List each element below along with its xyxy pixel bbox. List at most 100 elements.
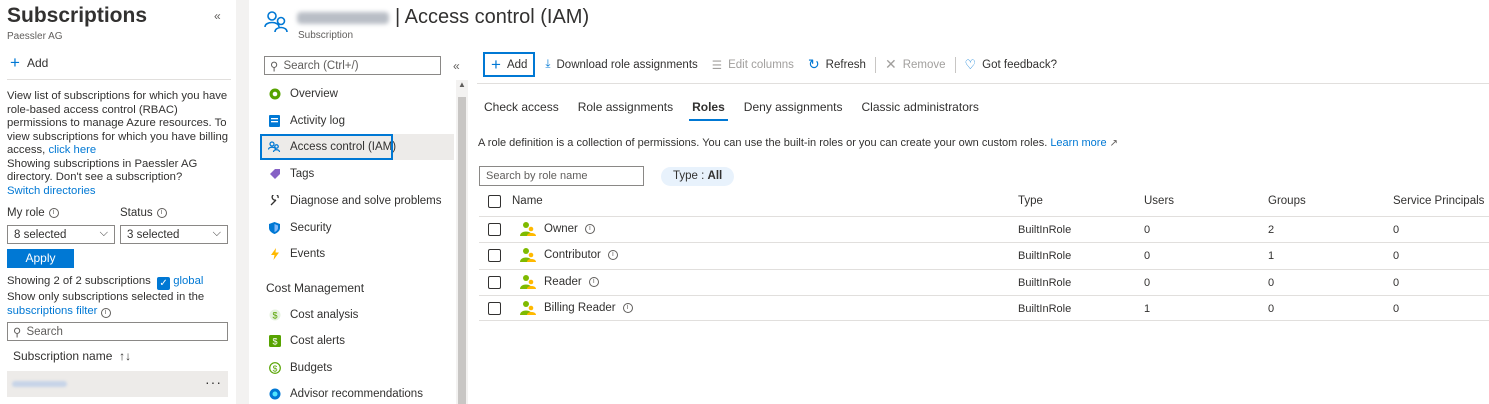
tab-classic-administrators[interactable]: Classic administrators <box>855 96 986 120</box>
menu-item-cost-alerts[interactable]: $ Cost alerts <box>260 328 454 354</box>
select-all-checkbox[interactable] <box>488 195 501 208</box>
menu-item-access-control[interactable]: Access control (IAM) <box>260 134 454 160</box>
table-row[interactable]: Owner i BuiltInRole 0 2 0 <box>479 216 1489 242</box>
remove-button[interactable]: ✕ Remove <box>878 52 953 77</box>
menu-item-activity-log[interactable]: Activity log <box>260 108 454 134</box>
edit-columns-button[interactable]: ☰ Edit columns <box>705 52 801 77</box>
add-subscription-button[interactable]: + Add <box>10 53 48 72</box>
service-principals-cell: 0 <box>1393 303 1400 315</box>
role-name[interactable]: Owner <box>544 223 578 235</box>
toolbar-divider <box>477 83 1489 84</box>
type-filter-pill[interactable]: Type : All <box>661 167 735 186</box>
edit-columns-label: Edit columns <box>728 58 794 71</box>
menu-search-input[interactable]: ⚲ Search (Ctrl+/) <box>264 56 441 75</box>
divider <box>7 79 231 80</box>
overview-icon <box>268 88 281 101</box>
feedback-label: Got feedback? <box>982 58 1057 71</box>
menu-item-budgets[interactable]: $ Budgets <box>260 355 454 381</box>
search-icon: ⚲ <box>13 326 22 339</box>
scroll-up-icon[interactable]: ▲ <box>458 80 466 89</box>
tab-deny-assignments[interactable]: Deny assignments <box>737 96 850 120</box>
role-name-cell: Billing Reader i <box>519 300 633 316</box>
more-options-icon[interactable]: ··· <box>205 374 222 390</box>
search-icon: ⚲ <box>270 60 279 73</box>
columns-icon: ☰ <box>711 59 723 72</box>
menu-item-advisor[interactable]: Advisor recommendations <box>260 381 454 404</box>
command-bar: + Add ⤓ Download role assignments ☰ Edit… <box>483 52 1064 77</box>
menu-item-diagnose[interactable]: Diagnose and solve problems <box>260 188 454 214</box>
menu-item-label: Events <box>290 248 326 260</box>
chevron-down-icon: ⌵ <box>212 227 221 239</box>
menu-item-security[interactable]: Security <box>260 215 454 241</box>
click-here-link[interactable]: click here <box>48 144 96 156</box>
role-search-input[interactable]: Search by role name <box>479 166 644 186</box>
refresh-button[interactable]: ↻ Refresh <box>801 52 873 77</box>
menu-item-events[interactable]: Events <box>260 241 454 267</box>
role-icon <box>520 275 536 289</box>
shield-icon <box>268 222 281 235</box>
menu-scrollbar[interactable]: ▲ <box>456 80 468 404</box>
role-name[interactable]: Contributor <box>544 249 601 261</box>
info-icon[interactable]: i <box>48 208 59 218</box>
column-header-name[interactable]: Name <box>512 195 543 207</box>
show-only-text: Show only subscriptions selected in the <box>7 291 205 303</box>
menu-item-overview[interactable]: Overview <box>260 81 454 107</box>
groups-cell: 2 <box>1268 224 1275 236</box>
collapse-blade-icon[interactable]: « <box>214 9 221 23</box>
apply-button[interactable]: Apply <box>7 249 74 268</box>
subscriptions-title: Subscriptions <box>7 4 148 27</box>
subscription-search-input[interactable]: ⚲ Search <box>7 322 228 341</box>
scrollbar-thumb[interactable] <box>458 97 466 404</box>
row-checkbox[interactable] <box>488 302 501 315</box>
info-icon[interactable]: i <box>584 224 595 234</box>
role-name-cell: Contributor i <box>519 247 618 263</box>
subscription-name-column-header[interactable]: Subscription name ↑↓ <box>13 349 131 363</box>
menu-item-cost-analysis[interactable]: $ Cost analysis <box>260 302 454 328</box>
row-checkbox[interactable] <box>488 249 501 262</box>
groups-cell: 1 <box>1268 250 1275 262</box>
column-header-type[interactable]: Type <box>1018 195 1043 207</box>
users-cell: 0 <box>1144 277 1151 289</box>
column-header-users[interactable]: Users <box>1144 195 1174 207</box>
my-role-text: My role <box>7 207 45 219</box>
download-role-assignments-button[interactable]: ⤓ Download role assignments <box>538 52 704 77</box>
refresh-icon: ↻ <box>807 56 820 72</box>
type-filter-prefix: Type : <box>673 170 708 182</box>
tag-icon <box>268 168 281 181</box>
tab-check-access[interactable]: Check access <box>477 96 566 120</box>
plus-icon: + <box>10 53 20 72</box>
menu-search-placeholder: Search (Ctrl+/) <box>283 59 359 72</box>
row-checkbox[interactable] <box>488 276 501 289</box>
collapse-menu-icon[interactable]: « <box>453 59 460 73</box>
info-icon[interactable]: i <box>588 277 599 287</box>
switch-directories-link[interactable]: Switch directories <box>7 185 96 197</box>
status-dropdown[interactable]: 3 selected ⌵ <box>120 225 228 244</box>
table-row[interactable]: Contributor i BuiltInRole 0 1 0 <box>479 242 1489 268</box>
tab-roles[interactable]: Roles <box>685 96 732 121</box>
info-icon[interactable]: i <box>156 208 167 218</box>
menu-item-label: Tags <box>290 168 315 180</box>
subscriptions-filter-link[interactable]: subscriptions filter <box>7 305 97 317</box>
table-row[interactable]: Reader i BuiltInRole 0 0 0 <box>479 269 1489 295</box>
feedback-button[interactable]: ♡ Got feedback? <box>958 52 1064 77</box>
wrench-icon <box>268 195 281 208</box>
row-checkbox[interactable] <box>488 223 501 236</box>
subscription-row[interactable]: ··· <box>7 371 228 397</box>
role-name[interactable]: Reader <box>544 276 582 288</box>
external-link-icon: ↗ <box>1109 138 1119 149</box>
tab-role-assignments[interactable]: Role assignments <box>571 96 680 120</box>
my-role-dropdown[interactable]: 8 selected ⌵ <box>7 225 115 244</box>
column-header-service-principals[interactable]: Service Principals <box>1393 195 1484 207</box>
info-icon[interactable]: i <box>100 308 111 318</box>
info-icon[interactable]: i <box>622 303 633 313</box>
learn-more-link[interactable]: Learn more <box>1050 137 1106 149</box>
role-name[interactable]: Billing Reader <box>544 302 616 314</box>
menu-item-tags[interactable]: Tags <box>260 161 454 187</box>
page-title-text: | Access control (IAM) <box>395 6 590 28</box>
page-title: | Access control (IAM) <box>297 6 589 29</box>
info-icon[interactable]: i <box>607 250 618 260</box>
add-button[interactable]: + Add <box>483 52 536 77</box>
column-header-groups[interactable]: Groups <box>1268 195 1306 207</box>
global-checkbox[interactable]: ✓ <box>157 277 171 290</box>
table-row[interactable]: Billing Reader i BuiltInRole 1 0 0 <box>479 295 1489 321</box>
